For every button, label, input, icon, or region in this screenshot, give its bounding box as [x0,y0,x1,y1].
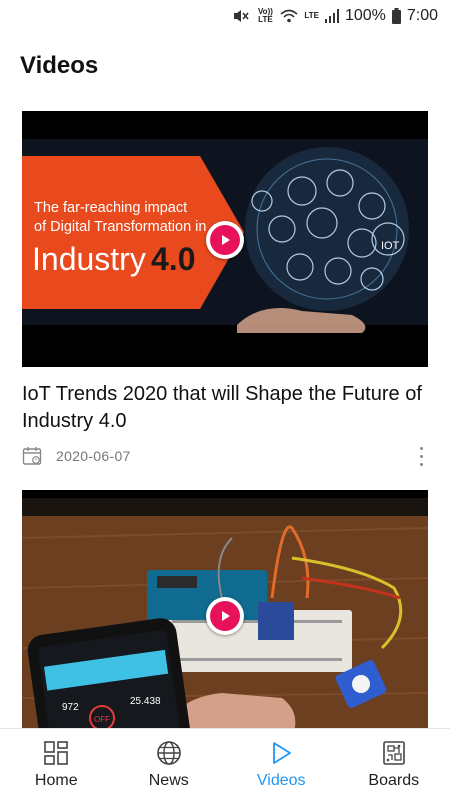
thumbnail-line3-accent: 4.0 [151,241,195,277]
clock-time: 7:00 [406,7,438,24]
video-title[interactable]: IoT Trends 2020 that will Shape the Futu… [22,381,428,435]
nav-label-news: News [148,771,189,789]
battery-percent: 100% [344,7,386,24]
circuit-board-icon [382,740,405,765]
nav-item-videos[interactable]: Videos [225,729,338,800]
more-dot [419,462,423,466]
thumbnail-line1: The far-reaching impact [34,200,187,216]
thumbnail-line2: of Digital Transformation in [34,219,206,235]
more-options-button[interactable] [414,444,428,468]
mute-icon [232,8,250,24]
play-icon [222,611,230,621]
video-card[interactable]: The far-reaching impact of Digital Trans… [22,111,428,467]
phone-value-right: 25.438 [130,696,161,707]
thumbnail-line3: Industry [32,241,146,277]
signal-icon [324,9,339,23]
play-button[interactable] [206,221,244,259]
phone-value-left: 972 [62,702,79,713]
play-icon [222,235,230,245]
status-bar: Vo)) LTE LTE 100% 7:00 [0,0,450,32]
battery-icon [391,8,401,24]
globe-icon [156,740,181,765]
phone-button-text: OFF [94,715,110,724]
nav-item-boards[interactable]: Boards [338,729,450,800]
video-date: 2020-06-07 [56,448,131,464]
nav-item-home[interactable]: Home [0,729,113,800]
nav-item-news[interactable]: News [113,729,226,800]
play-outline-icon [273,741,292,764]
home-grid-icon [44,740,69,765]
nav-label-boards: Boards [368,771,420,789]
lte-indicator: LTE [304,11,319,20]
video-meta: 2020-06-07 [22,445,428,467]
video-thumbnail[interactable]: OFF 972 25.438 [22,490,428,730]
video-thumbnail[interactable]: The far-reaching impact of Digital Trans… [22,111,428,367]
more-dot [419,446,423,450]
nav-label-home: Home [34,771,78,789]
wifi-icon [280,9,298,23]
volte-indicator: Vo)) LTE [257,7,273,24]
nav-label-videos: Videos [256,771,306,789]
thumbnail-badge: IOT [381,240,400,252]
play-button[interactable] [206,597,244,635]
calendar-icon [22,447,42,465]
bottom-navigation: Home News Videos Boards [0,728,450,800]
page-title: Videos [20,52,99,79]
more-dot [419,454,423,458]
video-card[interactable]: OFF 972 25.438 [22,490,428,730]
